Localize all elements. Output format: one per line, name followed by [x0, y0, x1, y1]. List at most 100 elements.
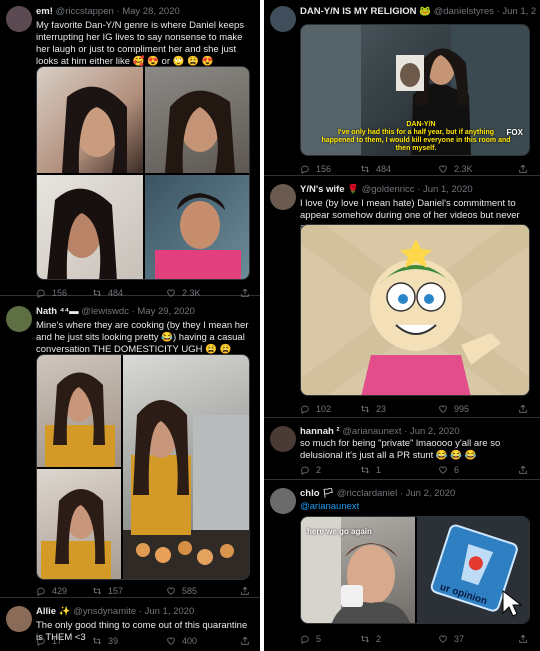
handle-date[interactable]: @goldenricc · Jun 1, 2020	[362, 184, 473, 195]
handle-date[interactable]: @ricclardaniel · Jun 2, 2020	[337, 488, 455, 499]
avatar[interactable]	[6, 6, 32, 32]
reply-button[interactable]: 17	[36, 636, 62, 646]
retweet-icon	[92, 636, 102, 646]
tweet-hannah[interactable]: hannah ² @arianaunext · Jun 2, 2020 so m…	[264, 420, 540, 480]
like-button[interactable]: 585	[166, 586, 197, 596]
display-name[interactable]: chlo 🏳	[300, 488, 334, 499]
like-icon	[438, 465, 448, 475]
reply-icon	[36, 288, 46, 298]
tweet-chlo[interactable]: chlo 🏳 @ricclardaniel · Jun 2, 2020 @ari…	[264, 482, 540, 651]
tweet-header: em! @riccstappen · May 28, 2020	[36, 6, 256, 17]
handle-date[interactable]: @danielstyres · Jun 1, 2020	[434, 6, 536, 17]
share-icon	[240, 636, 250, 646]
like-count: 995	[454, 404, 470, 414]
reply-icon	[36, 586, 46, 596]
photo-2[interactable]	[145, 67, 249, 173]
tweet-nath[interactable]: Nath ⁴⁴▬ @lewiswdc · May 29, 2020 Mine's…	[0, 300, 260, 598]
tweet-header: Y/N's wife 🌹 @goldenricc · Jun 1, 2020	[300, 184, 536, 195]
share-button[interactable]	[240, 636, 250, 646]
like-button[interactable]: 2.3K	[166, 288, 201, 298]
share-button[interactable]	[240, 288, 250, 298]
meme-recycle-bin[interactable]: ur opinion	[417, 517, 529, 623]
display-name[interactable]: DAN-Y/N IS MY RELIGION 🐸	[300, 6, 431, 17]
tweet-allie[interactable]: Allie ✨ @ynsdynamite · Jun 1, 2020 The o…	[0, 600, 260, 651]
right-timeline: DAN-Y/N IS MY RELIGION 🐸 @danielstyres ·…	[264, 0, 540, 651]
photo-1[interactable]	[37, 67, 143, 173]
display-name[interactable]: Y/N's wife 🌹	[300, 184, 359, 195]
tweet-em[interactable]: em! @riccstappen · May 28, 2020 My favor…	[0, 0, 260, 298]
like-button[interactable]: 6	[438, 465, 459, 475]
tweet-actions: 156 484 2.3K	[300, 164, 532, 176]
like-count: 6	[454, 465, 460, 475]
tweet-yn-wife[interactable]: Y/N's wife 🌹 @goldenricc · Jun 1, 2020 I…	[264, 178, 540, 418]
handle-date[interactable]: @ynsdynamite · Jun 1, 2020	[73, 606, 194, 617]
photo-1[interactable]	[37, 355, 121, 467]
network-watermark: FOX	[506, 128, 523, 137]
photo-4[interactable]	[145, 175, 249, 279]
reply-button[interactable]: 156	[36, 288, 67, 298]
retweet-button[interactable]: 484	[92, 288, 123, 298]
retweet-button[interactable]: 23	[360, 404, 386, 414]
retweet-button[interactable]: 1	[360, 465, 381, 475]
photo-grid[interactable]	[36, 66, 250, 280]
tweet-text: My favorite Dan-Y/N genre is where Danie…	[36, 20, 245, 67]
retweet-button[interactable]: 157	[92, 586, 123, 596]
reply-button[interactable]: 2	[300, 465, 321, 475]
photo-2[interactable]	[37, 469, 121, 579]
like-icon	[166, 288, 176, 298]
share-button[interactable]	[518, 634, 528, 644]
meme-image[interactable]: here we go again ur opinion	[300, 516, 530, 624]
tweet-header: Nath ⁴⁴▬ @lewiswdc · May 29, 2020	[36, 306, 256, 317]
retweet-count: 23	[376, 404, 387, 414]
retweet-button[interactable]: 484	[360, 164, 391, 174]
meme-photo[interactable]: here we go again	[301, 517, 415, 623]
reply-button[interactable]: 429	[36, 586, 67, 596]
share-button[interactable]	[518, 164, 528, 174]
display-name[interactable]: em!	[36, 6, 53, 17]
mention-link[interactable]: @arianaunext	[300, 501, 532, 513]
retweet-icon	[92, 586, 102, 596]
handle-date[interactable]: @lewiswdc · May 29, 2020	[81, 306, 195, 317]
video-frame[interactable]: DAN-Y/N I've only had this for a half ye…	[300, 24, 530, 156]
like-button[interactable]: 37	[438, 634, 464, 644]
like-button[interactable]: 400	[166, 636, 197, 646]
like-icon	[438, 404, 448, 414]
avatar[interactable]	[270, 6, 296, 32]
photo-3[interactable]	[123, 355, 249, 579]
reply-button[interactable]: 156	[300, 164, 331, 174]
like-button[interactable]: 995	[438, 404, 469, 414]
display-name[interactable]: hannah ²	[300, 426, 340, 437]
photo-3[interactable]	[37, 175, 143, 279]
share-button[interactable]	[518, 404, 528, 414]
handle-date[interactable]: @riccstappen · May 28, 2020	[56, 6, 180, 17]
avatar[interactable]	[6, 306, 32, 332]
like-icon	[166, 636, 176, 646]
reply-count: 156	[316, 164, 332, 174]
retweet-count: 2	[376, 634, 382, 644]
reply-button[interactable]: 5	[300, 634, 321, 644]
display-name[interactable]: Allie ✨	[36, 606, 71, 617]
tweet-actions: 156 484 2.3K	[36, 288, 252, 300]
avatar[interactable]	[270, 184, 296, 210]
share-button[interactable]	[518, 465, 528, 475]
like-button[interactable]: 2.3K	[438, 164, 473, 174]
avatar[interactable]	[6, 606, 32, 632]
retweet-button[interactable]: 39	[92, 636, 118, 646]
share-button[interactable]	[240, 586, 250, 596]
display-name[interactable]: Nath ⁴⁴▬	[36, 306, 79, 317]
recycle-bin-icon	[430, 524, 523, 617]
photo-grid[interactable]	[36, 354, 250, 580]
cartoon-scene	[301, 225, 529, 395]
reply-count: 2	[316, 465, 322, 475]
avatar[interactable]	[270, 426, 296, 452]
share-icon	[240, 586, 250, 596]
avatar[interactable]	[270, 488, 296, 514]
handle-date[interactable]: @arianaunext · Jun 2, 2020	[342, 426, 459, 437]
cartoon-image[interactable]	[300, 224, 530, 396]
tweet-header: chlo 🏳 @ricclardaniel · Jun 2, 2020	[300, 488, 536, 499]
retweet-icon	[92, 288, 102, 298]
tweet-dan-yn-religion[interactable]: DAN-Y/N IS MY RELIGION 🐸 @danielstyres ·…	[264, 0, 540, 176]
reply-button[interactable]: 102	[300, 404, 331, 414]
retweet-button[interactable]: 2	[360, 634, 381, 644]
tweet-text: Mine's where they are cooking (by they I…	[36, 320, 249, 355]
